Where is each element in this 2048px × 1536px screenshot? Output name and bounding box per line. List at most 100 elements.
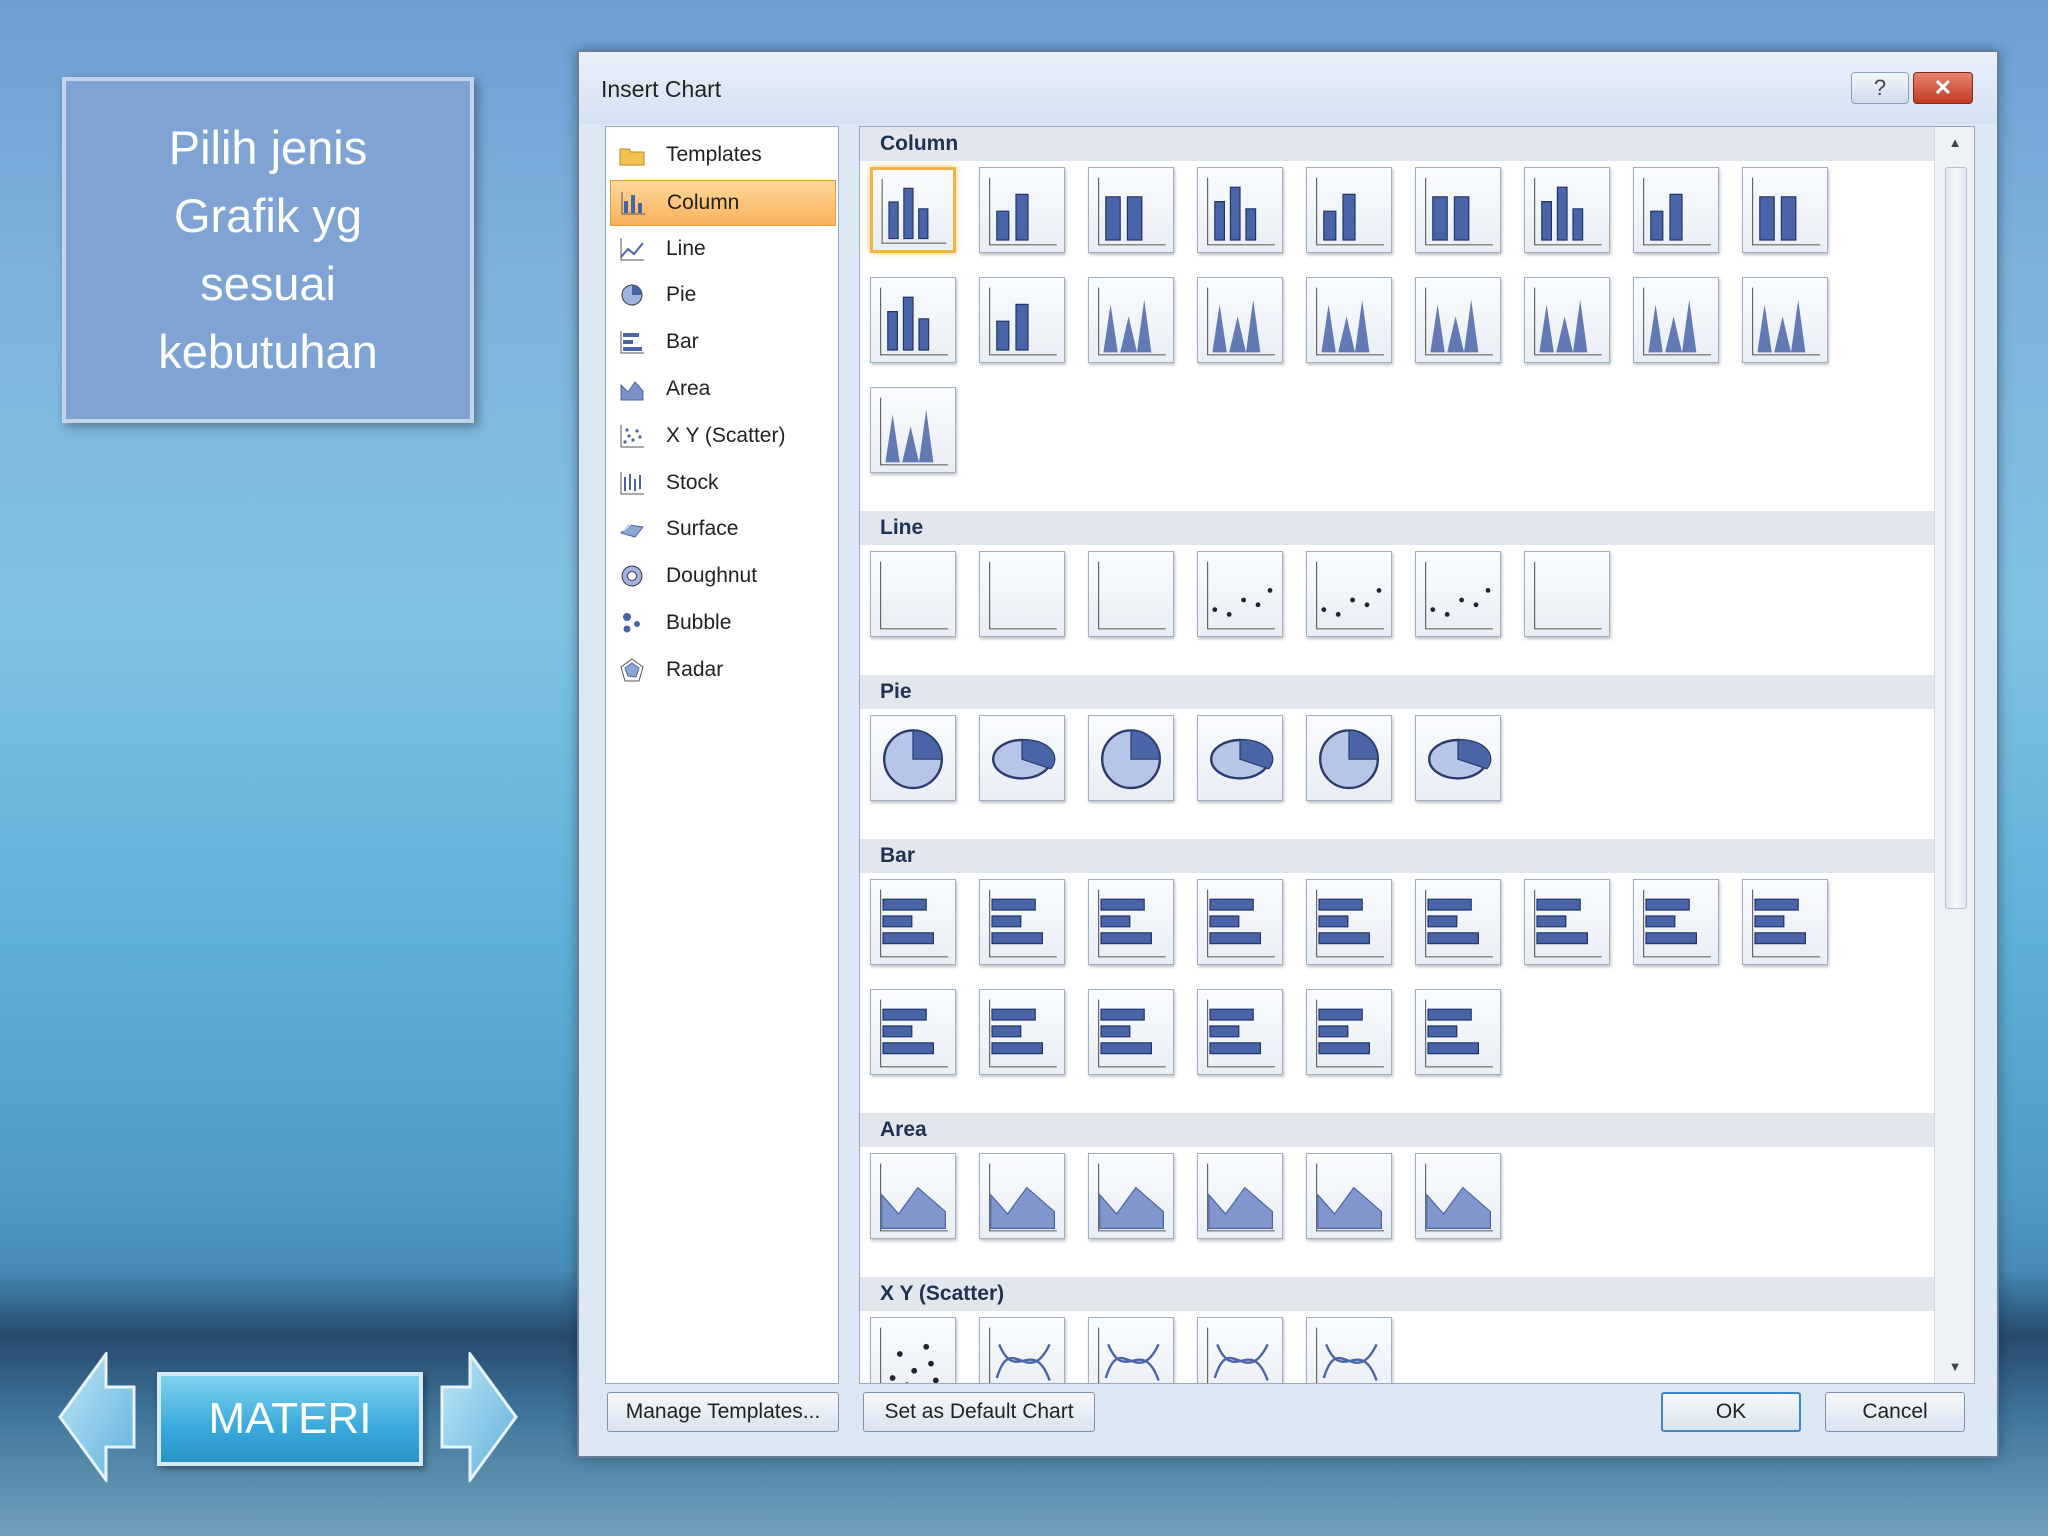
category-templates[interactable]: Templates	[610, 133, 834, 177]
section-header-pie: Pie	[860, 675, 1934, 709]
instruction-callout: Pilih jenis Grafik yg sesuai kebutuhan	[62, 77, 474, 423]
chart-type-thumbnail[interactable]	[979, 989, 1065, 1075]
chart-type-thumbnail[interactable]	[1742, 277, 1828, 363]
chart-type-thumbnail[interactable]	[870, 989, 956, 1075]
category-label: X Y (Scatter)	[666, 423, 786, 447]
chart-type-thumbnail[interactable]	[1306, 167, 1392, 253]
left-arrow-icon[interactable]	[58, 1352, 136, 1482]
section-header-x-y-scatter: X Y (Scatter)	[860, 1277, 1934, 1311]
callout-line: Grafik yg	[173, 189, 363, 242]
column-chart-icon	[619, 189, 647, 217]
folder-icon	[618, 141, 646, 169]
bubble-chart-icon	[618, 609, 646, 637]
chart-type-thumbnail[interactable]	[1415, 879, 1501, 965]
cancel-button[interactable]: Cancel	[1825, 1392, 1965, 1432]
gallery-scrollbar[interactable]: ▲ ▼	[1934, 127, 1974, 1383]
chart-type-thumbnail[interactable]	[1742, 879, 1828, 965]
chart-type-thumbnail[interactable]	[1088, 167, 1174, 253]
category-label: Column	[667, 190, 740, 214]
category-surface[interactable]: Surface	[610, 507, 834, 551]
scroll-up-icon[interactable]: ▲	[1947, 135, 1963, 151]
chart-type-thumbnail[interactable]	[979, 167, 1065, 253]
chart-type-thumbnail[interactable]	[1524, 167, 1610, 253]
category-area[interactable]: Area	[610, 367, 834, 411]
chart-type-thumbnail[interactable]	[1088, 989, 1174, 1075]
chart-type-thumbnail[interactable]	[1306, 989, 1392, 1075]
category-label: Surface	[666, 517, 739, 541]
chart-type-thumbnail[interactable]	[1524, 551, 1610, 637]
chart-type-thumbnail[interactable]	[1306, 551, 1392, 637]
materi-button[interactable]: MATERI	[157, 1372, 423, 1466]
chart-type-thumbnail[interactable]	[1197, 1317, 1283, 1383]
chart-type-thumbnail[interactable]	[1415, 715, 1501, 801]
chart-type-thumbnail[interactable]	[870, 167, 956, 253]
pie-chart-icon	[618, 281, 646, 309]
chart-type-thumbnail[interactable]	[1415, 1153, 1501, 1239]
chart-type-thumbnail[interactable]	[870, 715, 956, 801]
chart-type-thumbnail[interactable]	[1415, 167, 1501, 253]
category-bar[interactable]: Bar	[610, 320, 834, 364]
chart-type-thumbnail[interactable]	[1306, 277, 1392, 363]
chart-type-thumbnail[interactable]	[1524, 277, 1610, 363]
chart-type-thumbnail[interactable]	[870, 551, 956, 637]
chart-type-thumbnail[interactable]	[1633, 277, 1719, 363]
chart-type-thumbnail[interactable]	[1306, 1317, 1392, 1383]
category-label: Doughnut	[666, 564, 758, 588]
category-line[interactable]: Line	[610, 227, 834, 271]
chart-gallery: ColumnLinePieBarAreaX Y (Scatter)Stock ▲…	[859, 126, 1975, 1384]
category-pie[interactable]: Pie	[610, 273, 834, 317]
chart-type-thumbnail[interactable]	[1306, 715, 1392, 801]
chart-type-thumbnail[interactable]	[979, 715, 1065, 801]
close-button[interactable]: ✕	[1913, 72, 1973, 104]
chart-type-thumbnail[interactable]	[1415, 989, 1501, 1075]
chart-type-thumbnail[interactable]	[870, 387, 956, 473]
set-default-chart-button[interactable]: Set as Default Chart	[863, 1392, 1095, 1432]
chart-type-thumbnail[interactable]	[1088, 1317, 1174, 1383]
scroll-down-icon[interactable]: ▼	[1947, 1359, 1963, 1375]
chart-category-list: Templates Column Line Pie Bar Area X Y (Scatte…	[605, 126, 839, 1384]
chart-type-thumbnail[interactable]	[1524, 879, 1610, 965]
ok-button[interactable]: OK	[1661, 1392, 1801, 1432]
category-x-y-scatter[interactable]: X Y (Scatter)	[610, 414, 834, 458]
chart-type-thumbnail[interactable]	[1088, 1153, 1174, 1239]
manage-templates-button[interactable]: Manage Templates...	[607, 1392, 839, 1432]
chart-type-thumbnail[interactable]	[1197, 989, 1283, 1075]
category-column[interactable]: Column	[610, 179, 836, 226]
chart-type-thumbnail[interactable]	[870, 879, 956, 965]
right-arrow-icon[interactable]	[440, 1352, 518, 1482]
chart-type-thumbnail[interactable]	[979, 551, 1065, 637]
help-button[interactable]: ?	[1851, 72, 1909, 104]
chart-type-thumbnail[interactable]	[1415, 277, 1501, 363]
chart-type-thumbnail[interactable]	[979, 277, 1065, 363]
chart-type-thumbnail[interactable]	[979, 1153, 1065, 1239]
chart-type-thumbnail[interactable]	[1197, 277, 1283, 363]
insert-chart-dialog: Insert Chart ? ✕ Templates Column Line Pie B…	[577, 50, 1999, 1458]
category-bubble[interactable]: Bubble	[610, 601, 834, 645]
chart-type-thumbnail[interactable]	[1415, 551, 1501, 637]
chart-type-thumbnail[interactable]	[1306, 879, 1392, 965]
chart-type-thumbnail[interactable]	[1197, 1153, 1283, 1239]
chart-type-thumbnail[interactable]	[1197, 879, 1283, 965]
category-doughnut[interactable]: Doughnut	[610, 554, 834, 598]
chart-type-thumbnail[interactable]	[1088, 277, 1174, 363]
chart-type-thumbnail[interactable]	[1088, 551, 1174, 637]
chart-type-thumbnail[interactable]	[979, 1317, 1065, 1383]
category-radar[interactable]: Radar	[610, 648, 834, 692]
chart-type-thumbnail[interactable]	[1742, 167, 1828, 253]
category-stock[interactable]: Stock	[610, 461, 834, 505]
chart-type-thumbnail[interactable]	[870, 1153, 956, 1239]
scroll-thumb[interactable]	[1945, 167, 1967, 909]
dialog-titlebar: Insert Chart ? ✕	[579, 52, 1997, 124]
section-header-area: Area	[860, 1113, 1934, 1147]
chart-type-thumbnail[interactable]	[979, 879, 1065, 965]
chart-type-thumbnail[interactable]	[1306, 1153, 1392, 1239]
chart-type-thumbnail[interactable]	[1197, 715, 1283, 801]
chart-type-thumbnail[interactable]	[870, 1317, 956, 1383]
chart-type-thumbnail[interactable]	[1633, 879, 1719, 965]
chart-type-thumbnail[interactable]	[1197, 167, 1283, 253]
chart-type-thumbnail[interactable]	[1197, 551, 1283, 637]
chart-type-thumbnail[interactable]	[870, 277, 956, 363]
chart-type-thumbnail[interactable]	[1088, 879, 1174, 965]
chart-type-thumbnail[interactable]	[1633, 167, 1719, 253]
chart-type-thumbnail[interactable]	[1088, 715, 1174, 801]
